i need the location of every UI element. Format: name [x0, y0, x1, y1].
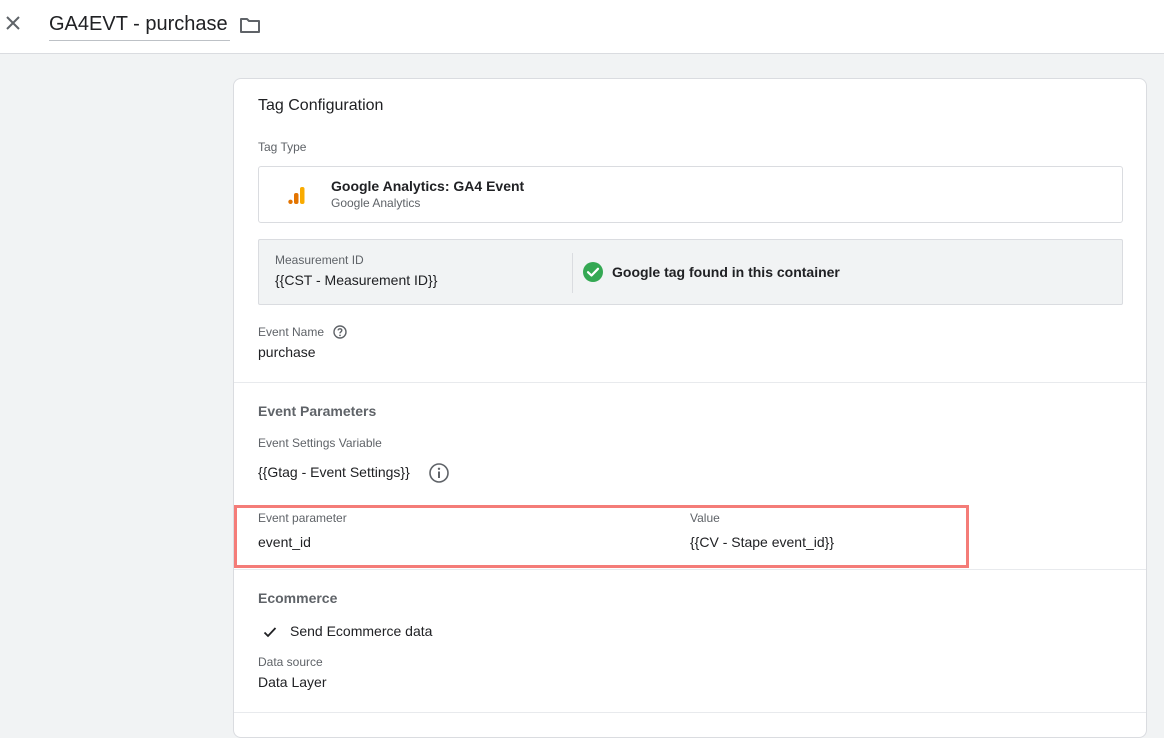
- tag-type-label: Tag Type: [258, 140, 307, 154]
- event-settings-value[interactable]: {{Gtag - Event Settings}}: [258, 464, 410, 480]
- check-icon: [262, 624, 278, 640]
- data-source-label: Data source: [258, 655, 323, 669]
- google-analytics-icon: [285, 183, 309, 207]
- divider: [572, 253, 573, 293]
- help-icon[interactable]: [333, 325, 347, 339]
- measurement-id-label: Measurement ID: [275, 253, 364, 267]
- event-settings-label: Event Settings Variable: [258, 436, 382, 450]
- event-parameter-name[interactable]: event_id: [258, 534, 311, 550]
- ecommerce-title: Ecommerce: [258, 590, 338, 606]
- value-header: Value: [690, 511, 720, 525]
- tag-configuration-card: Tag Configuration Tag Type Google Analyt…: [233, 78, 1147, 738]
- send-ecommerce-data[interactable]: Send Ecommerce data: [290, 623, 432, 639]
- event-name-label: Event Name: [258, 325, 325, 339]
- google-tag-status: Google tag found in this container: [612, 264, 840, 280]
- event-parameter-header: Event parameter: [258, 511, 347, 525]
- tag-name-input[interactable]: GA4EVT - purchase: [49, 12, 230, 41]
- section-divider: [234, 382, 1146, 383]
- folder-icon[interactable]: [238, 14, 262, 36]
- event-name-value[interactable]: purchase: [258, 344, 316, 360]
- measurement-id-value[interactable]: {{CST - Measurement ID}}: [275, 272, 437, 288]
- tag-type-name: Google Analytics: GA4 Event: [331, 178, 525, 194]
- check-circle-icon: [582, 261, 604, 283]
- data-source-value[interactable]: Data Layer: [258, 674, 326, 690]
- close-icon[interactable]: [3, 13, 23, 33]
- tag-type-subtitle: Google Analytics: [331, 196, 421, 210]
- card-title: Tag Configuration: [258, 97, 384, 114]
- section-divider: [234, 569, 1146, 570]
- event-parameters-title: Event Parameters: [258, 403, 377, 419]
- event-parameter-value[interactable]: {{CV - Stape event_id}}: [690, 534, 834, 550]
- top-bar: GA4EVT - purchase: [0, 0, 1164, 54]
- section-divider: [234, 712, 1146, 713]
- measurement-id-box: Measurement ID {{CST - Measurement ID}} …: [258, 239, 1123, 305]
- tag-type-selector[interactable]: Google Analytics: GA4 Event Google Analy…: [258, 166, 1123, 223]
- info-icon[interactable]: [428, 462, 450, 484]
